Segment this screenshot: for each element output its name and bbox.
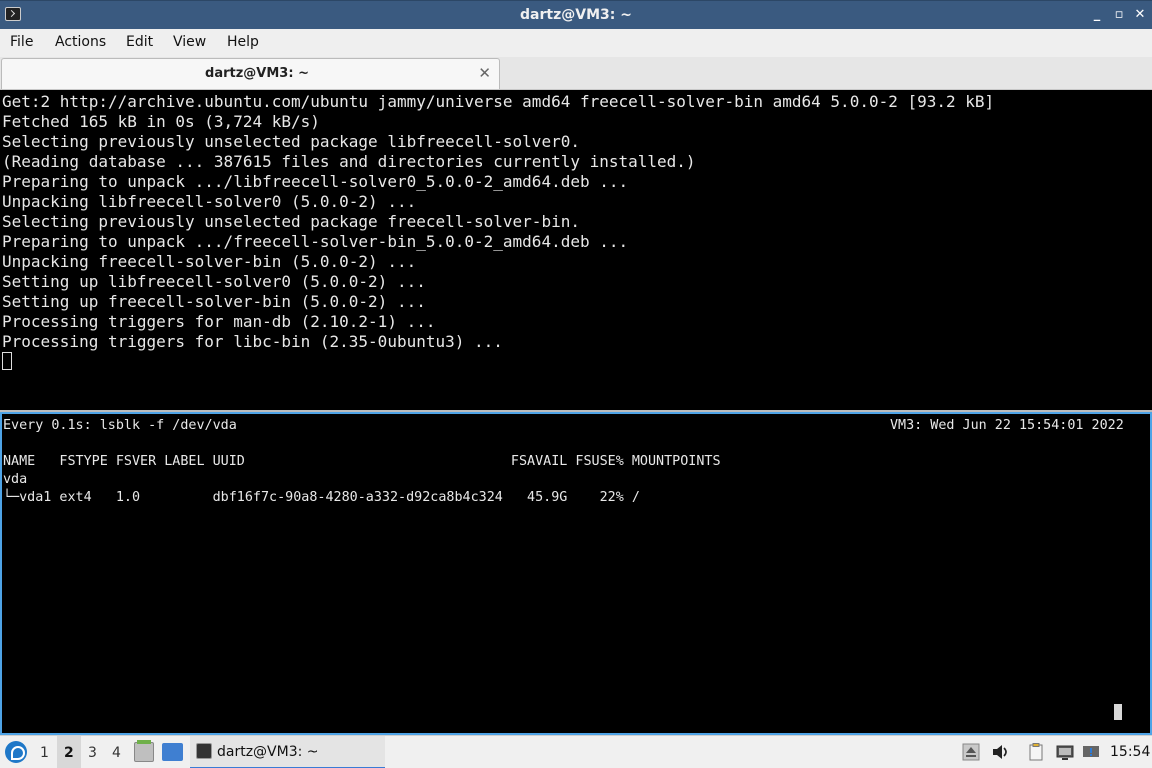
terminal-line: Preparing to unpack .../freecell-solver-… — [2, 232, 629, 251]
terminal-cursor — [2, 352, 12, 370]
terminal-line: Selecting previously unselected package … — [2, 212, 580, 231]
clock[interactable]: 15:54 — [1110, 744, 1150, 760]
menu-help[interactable]: Help — [227, 34, 259, 50]
show-desktop-icon[interactable] — [162, 743, 183, 761]
menu-edit[interactable]: Edit — [126, 34, 153, 50]
terminal-pane-bottom[interactable]: Every 0.1s: lsblk -f /dev/vda VM3: Wed J… — [0, 412, 1152, 735]
terminal-line: Processing triggers for man-db (2.10.2-1… — [2, 312, 436, 331]
tab-strip: dartz@VM3: ~ ✕ — [0, 57, 1152, 90]
tab-label: dartz@VM3: ~ — [205, 66, 309, 81]
start-menu-icon[interactable] — [5, 741, 27, 763]
terminal-line: Selecting previously unselected package … — [2, 132, 580, 151]
volume-icon[interactable] — [991, 743, 1009, 761]
network-icon[interactable] — [1056, 743, 1074, 761]
lsblk-row: vda — [3, 472, 28, 487]
notification-icon[interactable] — [1082, 743, 1100, 761]
tab-close-icon[interactable]: ✕ — [478, 64, 491, 82]
workspace-3[interactable]: 3 — [88, 745, 97, 761]
close-button[interactable]: ✕ — [1131, 6, 1149, 24]
menu-actions[interactable]: Actions — [55, 34, 106, 50]
terminal-pane-top[interactable]: Get:2 http://archive.ubuntu.com/ubuntu j… — [0, 91, 1152, 411]
window-title: dartz@VM3: ~ — [520, 7, 632, 23]
terminal-line: Get:2 http://archive.ubuntu.com/ubuntu j… — [2, 92, 995, 111]
taskbar-window-label: dartz@VM3: ~ — [217, 744, 319, 760]
terminal-line: Unpacking libfreecell-solver0 (5.0.0-2) … — [2, 192, 417, 211]
terminal-line: (Reading database ... 387615 files and d… — [2, 152, 696, 171]
terminal-line: Setting up freecell-solver-bin (5.0.0-2)… — [2, 292, 426, 311]
workspace-1[interactable]: 1 — [40, 745, 49, 761]
update-icon[interactable] — [962, 743, 980, 761]
file-manager-icon[interactable] — [134, 740, 154, 762]
menu-bar: File Actions Edit View Help — [0, 29, 1152, 57]
terminal-cursor — [1114, 704, 1122, 720]
terminal-line: Fetched 165 kB in 0s (3,724 kB/s) — [2, 112, 320, 131]
taskbar-window-button[interactable]: dartz@VM3: ~ — [190, 736, 385, 768]
minimize-button[interactable]: _ — [1088, 6, 1106, 24]
taskbar: 1 2 3 4 dartz@VM3: ~ 15:54 — [0, 735, 1152, 768]
tab-terminal[interactable]: dartz@VM3: ~ ✕ — [1, 58, 500, 89]
menu-file[interactable]: File — [10, 34, 33, 50]
restore-button[interactable]: ▫ — [1110, 6, 1128, 24]
menu-view[interactable]: View — [173, 34, 206, 50]
lsblk-row: └─vda1 ext4 1.0 dbf16f7c-90a8-4280-a332-… — [3, 490, 640, 505]
terminal-line: Preparing to unpack .../libfreecell-solv… — [2, 172, 629, 191]
terminal-icon — [196, 743, 212, 759]
terminal-line: Unpacking freecell-solver-bin (5.0.0-2) … — [2, 252, 417, 271]
terminal-line: Processing triggers for libc-bin (2.35-0… — [2, 332, 503, 351]
watch-header: Every 0.1s: lsblk -f /dev/vda — [3, 418, 237, 433]
watch-status: VM3: Wed Jun 22 15:54:01 2022 — [890, 418, 1124, 433]
terminal-line: Setting up libfreecell-solver0 (5.0.0-2)… — [2, 272, 426, 291]
window-titlebar[interactable]: dartz@VM3: ~ _ ▫ ✕ — [0, 0, 1152, 29]
lsblk-table-header: NAME FSTYPE FSVER LABEL UUID FSAVAIL FSU… — [3, 454, 721, 469]
clipboard-icon[interactable] — [1027, 743, 1045, 761]
workspace-2[interactable]: 2 — [64, 745, 74, 761]
workspace-4[interactable]: 4 — [112, 745, 121, 761]
